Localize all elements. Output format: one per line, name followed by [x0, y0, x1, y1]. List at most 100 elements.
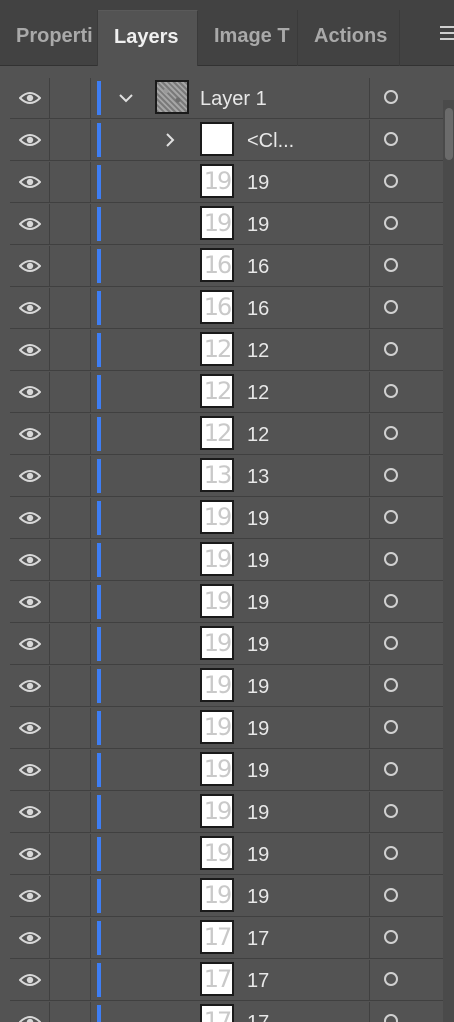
lock-toggle[interactable]	[50, 540, 91, 580]
target-circle-icon[interactable]	[384, 216, 398, 230]
target-circle-icon[interactable]	[384, 258, 398, 272]
layer-row[interactable]: 19 19	[10, 708, 443, 749]
visibility-eye-icon[interactable]	[10, 750, 50, 790]
layers-scrollbar[interactable]	[443, 100, 454, 1022]
target-circle-icon[interactable]	[384, 888, 398, 902]
target-circle-icon[interactable]	[384, 1014, 398, 1022]
target-circle-icon[interactable]	[384, 720, 398, 734]
target-circle-icon[interactable]	[384, 594, 398, 608]
visibility-eye-icon[interactable]	[10, 246, 50, 286]
visibility-eye-icon[interactable]	[10, 498, 50, 538]
target-circle-icon[interactable]	[384, 636, 398, 650]
lock-toggle[interactable]	[50, 120, 91, 160]
target-circle-icon[interactable]	[384, 174, 398, 188]
visibility-eye-icon[interactable]	[10, 456, 50, 496]
visibility-eye-icon[interactable]	[10, 372, 50, 412]
layer-row-clip-group[interactable]: <Cl...	[10, 120, 443, 161]
layer-row[interactable]: 19 19	[10, 750, 443, 791]
visibility-eye-icon[interactable]	[10, 162, 50, 202]
layer-row[interactable]: 1717	[10, 960, 443, 1001]
visibility-eye-icon[interactable]	[10, 78, 50, 118]
layer-row[interactable]: 19 19	[10, 792, 443, 833]
visibility-eye-icon[interactable]	[10, 1002, 50, 1022]
lock-toggle[interactable]	[50, 834, 91, 874]
target-circle-icon[interactable]	[384, 468, 398, 482]
visibility-eye-icon[interactable]	[10, 876, 50, 916]
visibility-eye-icon[interactable]	[10, 708, 50, 748]
visibility-eye-icon[interactable]	[10, 288, 50, 328]
lock-toggle[interactable]	[50, 624, 91, 664]
layer-row[interactable]: 12 12	[10, 372, 443, 413]
target-circle-icon[interactable]	[384, 552, 398, 566]
visibility-eye-icon[interactable]	[10, 792, 50, 832]
layer-row[interactable]: 19 19	[10, 540, 443, 581]
lock-toggle[interactable]	[50, 750, 91, 790]
visibility-eye-icon[interactable]	[10, 918, 50, 958]
lock-toggle[interactable]	[50, 414, 91, 454]
hamburger-menu-icon[interactable]	[440, 26, 454, 42]
visibility-eye-icon[interactable]	[10, 330, 50, 370]
lock-toggle[interactable]	[50, 666, 91, 706]
target-circle-icon[interactable]	[384, 762, 398, 776]
target-circle-icon[interactable]	[384, 972, 398, 986]
lock-toggle[interactable]	[50, 876, 91, 916]
layer-row[interactable]: 12 12	[10, 330, 443, 371]
chevron-right-icon[interactable]	[162, 132, 178, 148]
layer-row[interactable]: 19 19	[10, 582, 443, 623]
visibility-eye-icon[interactable]	[10, 120, 50, 160]
layer-row[interactable]: 1717	[10, 1002, 443, 1022]
layer-row[interactable]: 19 19	[10, 498, 443, 539]
visibility-eye-icon[interactable]	[10, 582, 50, 622]
target-circle-icon[interactable]	[384, 342, 398, 356]
lock-toggle[interactable]	[50, 582, 91, 622]
lock-toggle[interactable]	[50, 288, 91, 328]
lock-toggle[interactable]	[50, 792, 91, 832]
lock-toggle[interactable]	[50, 372, 91, 412]
layer-row-top-layer[interactable]: Layer 1	[10, 78, 443, 119]
visibility-eye-icon[interactable]	[10, 666, 50, 706]
lock-toggle[interactable]	[50, 78, 91, 118]
target-circle-icon[interactable]	[384, 426, 398, 440]
target-circle-icon[interactable]	[384, 384, 398, 398]
visibility-eye-icon[interactable]	[10, 960, 50, 1000]
chevron-down-icon[interactable]	[118, 90, 134, 106]
layer-row[interactable]: 19 19	[10, 204, 443, 245]
lock-toggle[interactable]	[50, 708, 91, 748]
layer-row[interactable]: 16 16	[10, 288, 443, 329]
target-circle-icon[interactable]	[384, 90, 398, 104]
lock-toggle[interactable]	[50, 918, 91, 958]
lock-toggle[interactable]	[50, 456, 91, 496]
target-circle-icon[interactable]	[384, 804, 398, 818]
layer-row[interactable]: 19 19	[10, 624, 443, 665]
visibility-eye-icon[interactable]	[10, 624, 50, 664]
layer-row[interactable]: 19 19	[10, 666, 443, 707]
target-circle-icon[interactable]	[384, 678, 398, 692]
tab-layers[interactable]: Layers	[98, 10, 198, 66]
visibility-eye-icon[interactable]	[10, 414, 50, 454]
lock-toggle[interactable]	[50, 162, 91, 202]
layer-row[interactable]: 16 16	[10, 246, 443, 287]
target-circle-icon[interactable]	[384, 930, 398, 944]
tab-image-trace[interactable]: Image T	[198, 10, 298, 66]
visibility-eye-icon[interactable]	[10, 540, 50, 580]
target-circle-icon[interactable]	[384, 846, 398, 860]
visibility-eye-icon[interactable]	[10, 834, 50, 874]
tab-actions[interactable]: Actions	[298, 10, 400, 66]
lock-toggle[interactable]	[50, 1002, 91, 1022]
lock-toggle[interactable]	[50, 960, 91, 1000]
target-circle-icon[interactable]	[384, 300, 398, 314]
lock-toggle[interactable]	[50, 204, 91, 244]
layer-row[interactable]: 19 19	[10, 834, 443, 875]
layer-row[interactable]: 1717	[10, 918, 443, 959]
target-circle-icon[interactable]	[384, 132, 398, 146]
target-circle-icon[interactable]	[384, 510, 398, 524]
lock-toggle[interactable]	[50, 498, 91, 538]
layer-row[interactable]: 13 13	[10, 456, 443, 497]
scrollbar-thumb[interactable]	[445, 108, 453, 160]
visibility-eye-icon[interactable]	[10, 204, 50, 244]
tab-properties[interactable]: Properti	[0, 10, 98, 66]
layer-row[interactable]: 12 12	[10, 414, 443, 455]
lock-toggle[interactable]	[50, 246, 91, 286]
layer-row[interactable]: 19 19	[10, 876, 443, 917]
lock-toggle[interactable]	[50, 330, 91, 370]
